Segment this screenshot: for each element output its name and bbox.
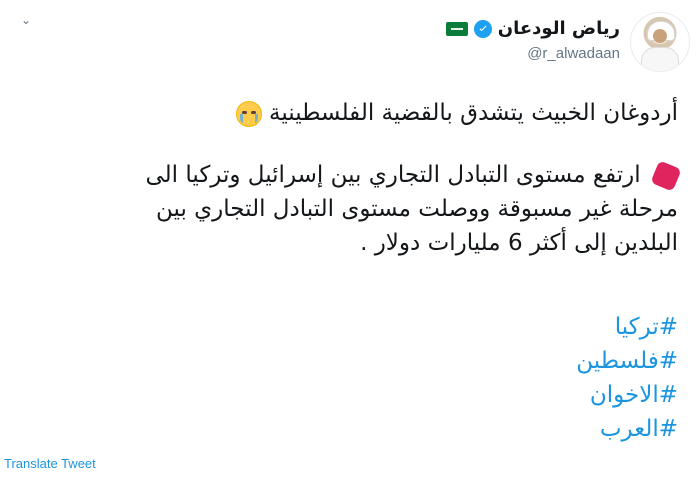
author-info: رياض الودعان @r_alwadaan (200, 18, 620, 62)
avatar-body (641, 47, 679, 71)
tweet-line-1-text: أردوغان الخبيث يتشدق بالقضية الفلسطينية (269, 100, 678, 126)
stop-sign-emoji (650, 159, 682, 192)
tweet-line-2-text: ارتفع مستوى التبادل التجاري بين إسرائيل … (145, 162, 641, 188)
avatar[interactable] (630, 12, 690, 72)
hashtag-link[interactable]: #العرب (576, 412, 678, 446)
hashtag-link[interactable]: #فلسطين (576, 344, 678, 378)
display-name[interactable]: رياض الودعان (498, 18, 620, 39)
handle[interactable]: @r_alwadaan (200, 45, 620, 62)
tweet-header: رياض الودعان @r_alwadaan (30, 10, 690, 74)
hashtag-link[interactable]: #تركيا (576, 310, 678, 344)
tweet-line-3: مرحلة غير مسبوقة ووصلت مستوى التبادل الت… (156, 196, 678, 222)
tweet-line-1: أردوغان الخبيث يتشدق بالقضية الفلسطينية (18, 96, 678, 130)
avatar-face (653, 29, 667, 43)
tweet-text: أردوغان الخبيث يتشدق بالقضية الفلسطينية … (18, 96, 682, 260)
hashtag-link[interactable]: #الاخوان (576, 378, 678, 412)
display-name-row[interactable]: رياض الودعان (445, 18, 620, 39)
verified-badge-icon (473, 19, 492, 38)
translate-tweet-link[interactable]: Translate Tweet (4, 456, 96, 471)
saudi-flag-icon (445, 21, 468, 36)
hashtags: #تركيا #فلسطين #الاخوان #العرب (576, 310, 678, 446)
tweet-line-2: ارتفع مستوى التبادل التجاري بين إسرائيل … (18, 158, 682, 192)
tweet-line-4: البلدين إلى أكثر 6 مليارات دولار . (360, 230, 678, 256)
loudly-crying-face-emoji (235, 100, 262, 127)
